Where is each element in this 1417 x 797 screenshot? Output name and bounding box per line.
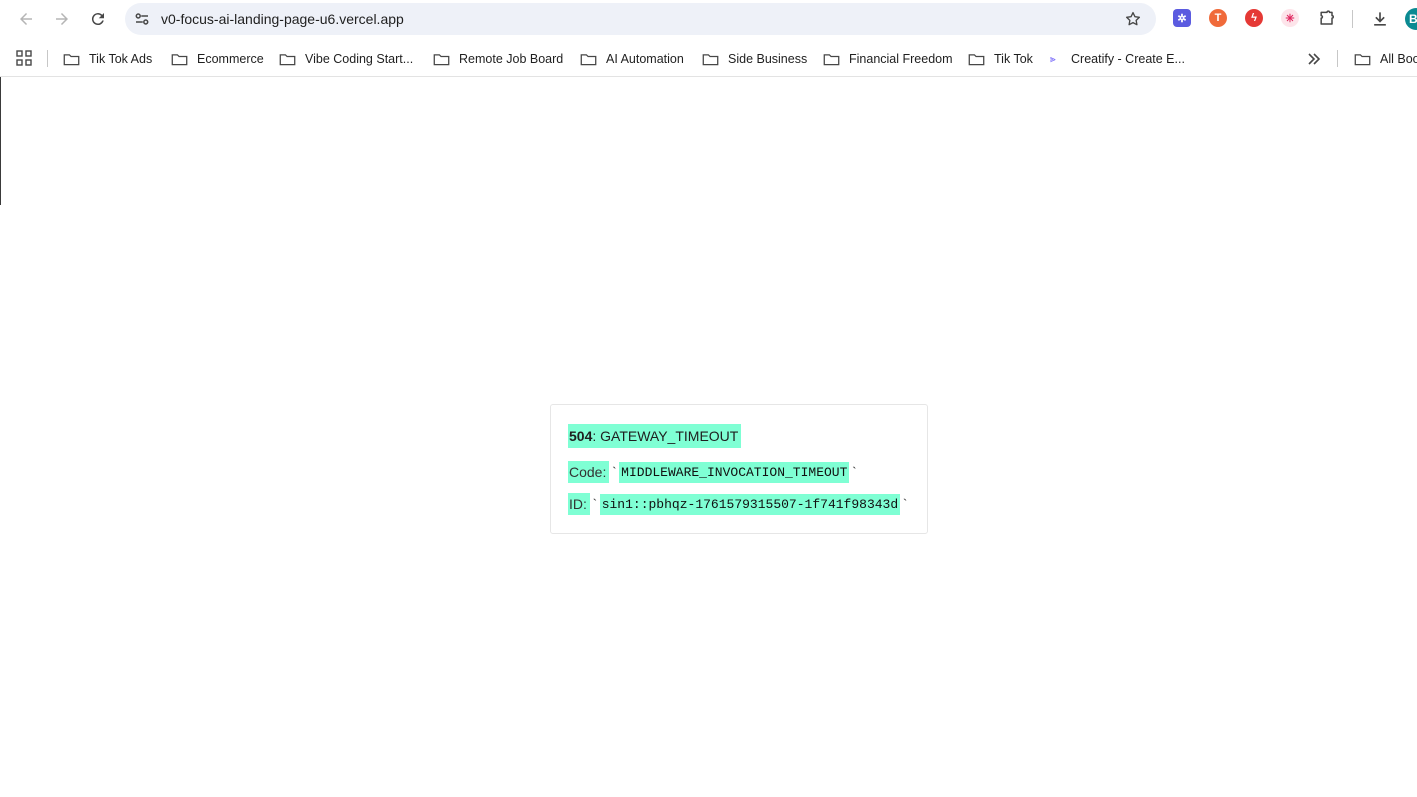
bookmark-label: Ecommerce <box>197 52 264 66</box>
page-edge-marker <box>0 77 1 205</box>
bookmark-folder[interactable]: AI Automation <box>580 49 684 69</box>
bookmarks-divider <box>1337 50 1338 67</box>
status-code: 504 <box>569 427 593 444</box>
reload-button[interactable] <box>87 8 109 30</box>
folder-icon <box>968 53 985 65</box>
bookmarks-divider <box>47 50 48 67</box>
bookmark-label: Financial Freedom <box>849 52 953 66</box>
error-id-line: ID: ` sin1::pbhqz-1761579315507-1f741f98… <box>568 492 910 516</box>
address-bar[interactable]: v0-focus-ai-landing-page-u6.vercel.app <box>125 3 1156 35</box>
code-label: Code: <box>568 461 610 483</box>
download-icon[interactable] <box>1370 9 1390 29</box>
extension-2-icon[interactable]: T <box>1209 9 1227 27</box>
bookmark-label: Vibe Coding Start... <box>305 52 414 66</box>
error-code-value: MIDDLEWARE_INVOCATION_TIMEOUT <box>619 461 850 483</box>
id-label: ID: <box>568 493 590 515</box>
bookmark-label: Creatify - Create E... <box>1071 52 1185 66</box>
extension-4-icon[interactable]: ✳ <box>1281 9 1299 27</box>
bookmark-folder[interactable]: Remote Job Board <box>433 49 563 69</box>
arrow-left-icon <box>20 13 32 25</box>
extensions-puzzle-icon[interactable] <box>1317 9 1337 29</box>
bookmark-star-icon[interactable] <box>1124 10 1142 28</box>
all-bookmarks[interactable]: All Boo <box>1354 49 1417 69</box>
browser-toolbar: v0-focus-ai-landing-page-u6.vercel.app ✲… <box>0 0 1417 40</box>
all-bookmarks-label: All Boo <box>1380 52 1417 66</box>
reload-icon <box>91 13 104 26</box>
backtick-open: ` <box>590 496 599 512</box>
error-status: 504: GATEWAY_TIMEOUT <box>568 423 742 448</box>
bookmark-label: Side Business <box>728 52 808 66</box>
chevron-double-right-icon[interactable] <box>1306 51 1322 67</box>
forward-button[interactable] <box>51 8 73 30</box>
bookmark-folder[interactable]: Ecommerce <box>171 49 264 69</box>
creatify-icon: ⫸ <box>1050 53 1056 65</box>
apps-grid-icon[interactable] <box>16 50 32 66</box>
folder-icon <box>702 53 719 65</box>
bookmark-label: Tik Tok Ads <box>89 52 153 66</box>
bookmarks-bar: Tik Tok Ads Ecommerce Vibe Coding Start.… <box>0 40 1417 77</box>
folder-icon <box>63 53 80 65</box>
toolbar-divider <box>1352 10 1353 28</box>
arrow-right-icon <box>56 13 68 25</box>
error-code-line: Code: ` MIDDLEWARE_INVOCATION_TIMEOUT ` <box>568 461 859 483</box>
bookmark-folder[interactable]: Financial Freedom <box>823 49 953 69</box>
bookmark-label: Tik Tok <box>994 52 1033 66</box>
bookmark-folder[interactable]: Side Business <box>702 49 807 69</box>
folder-icon <box>279 53 296 65</box>
back-button[interactable] <box>15 8 37 30</box>
bookmark-label: AI Automation <box>606 52 684 66</box>
error-id-value: sin1::pbhqz-1761579315507-1f741f98343d <box>599 493 901 515</box>
backtick-close: ` <box>901 496 909 512</box>
folder-icon <box>433 53 450 65</box>
folder-icon <box>580 53 597 65</box>
folder-icon <box>1354 53 1371 65</box>
folder-icon <box>823 53 840 65</box>
extension-1-icon[interactable]: ✲ <box>1173 9 1191 27</box>
error-status-line: 504: GATEWAY_TIMEOUT <box>568 423 742 448</box>
error-card: 504: GATEWAY_TIMEOUT Code: ` MIDDLEWARE_… <box>550 404 928 534</box>
site-info-icon[interactable] <box>133 10 151 28</box>
profile-avatar[interactable]: B <box>1405 8 1417 30</box>
folder-icon <box>171 53 188 65</box>
backtick-close: ` <box>850 464 859 480</box>
bookmark-folder[interactable]: Vibe Coding Start... <box>279 49 413 69</box>
bookmark-label: Remote Job Board <box>459 52 564 66</box>
bookmark-folder[interactable]: Tik Tok Ads <box>63 49 152 69</box>
status-text: : GATEWAY_TIMEOUT <box>592 427 739 444</box>
backtick-open: ` <box>610 464 619 480</box>
extension-3-icon[interactable]: ϟ <box>1245 9 1263 27</box>
bookmark-link[interactable]: ⫸ Creatify - Create E... <box>1050 49 1185 69</box>
bookmark-folder[interactable]: Tik Tok <box>968 49 1033 69</box>
url-text[interactable]: v0-focus-ai-landing-page-u6.vercel.app <box>161 11 404 27</box>
